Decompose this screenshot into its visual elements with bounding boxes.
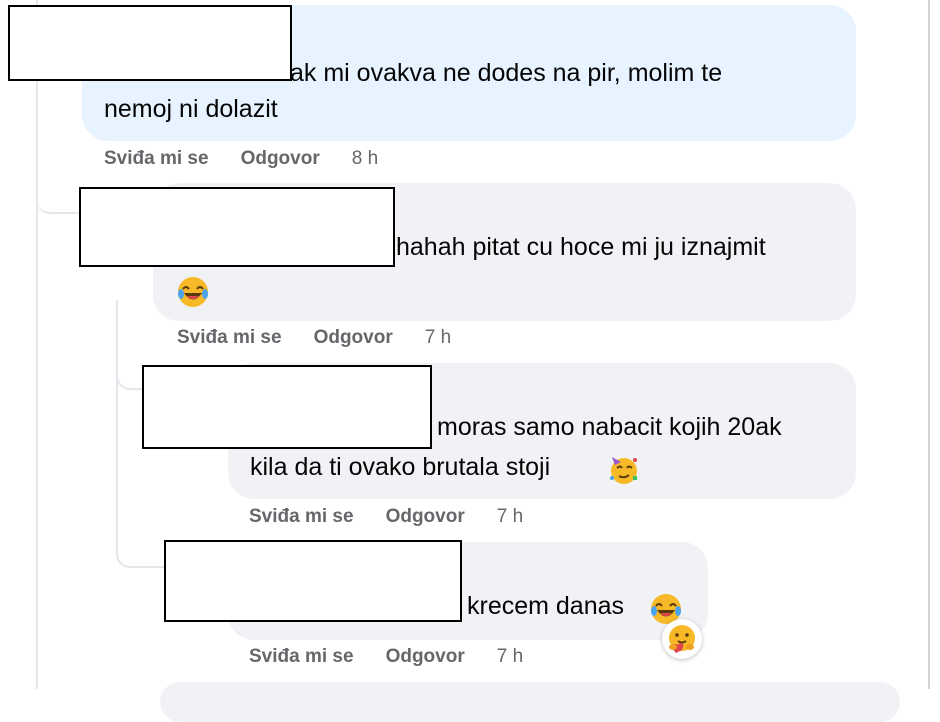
- comment-bubble-partial: [160, 682, 900, 722]
- comment-actions: Sviđa mi se Odgovor 8 h: [104, 147, 378, 171]
- reply-button[interactable]: Odgovor: [314, 327, 393, 348]
- comment-text: krecem danas: [467, 592, 625, 620]
- like-button[interactable]: Sviđa mi se: [249, 646, 354, 667]
- like-button[interactable]: Sviđa mi se: [177, 327, 282, 348]
- comment-text: nemoj ni dolazit: [104, 95, 278, 123]
- timestamp: 7 h: [424, 327, 452, 348]
- partying-face-emoji: [608, 451, 640, 487]
- thread-connector: [36, 150, 80, 214]
- comment-actions: Sviđa mi se Odgovor 7 h: [249, 505, 523, 529]
- redacted-author: [79, 187, 395, 267]
- scrollbar-track[interactable]: [928, 0, 940, 689]
- like-button[interactable]: Sviđa mi se: [104, 148, 209, 169]
- laughing-emoji: [177, 273, 209, 309]
- redacted-author: [164, 540, 462, 622]
- redacted-author: [142, 365, 432, 449]
- comment-actions: Sviđa mi se Odgovor 7 h: [249, 645, 523, 669]
- reply-button[interactable]: Odgovor: [241, 148, 320, 169]
- reply-button[interactable]: Odgovor: [386, 506, 465, 527]
- redacted-author: [8, 5, 292, 81]
- timestamp: 7 h: [496, 646, 524, 667]
- comment-text: hahah pitat cu hoce mi ju iznajmit: [396, 233, 766, 261]
- comment-text: moras samo nabacit kojih 20ak: [437, 413, 782, 441]
- comment-actions: Sviđa mi se Odgovor 7 h: [177, 326, 451, 350]
- thread-rail-outer: [36, 0, 38, 689]
- reply-button[interactable]: Odgovor: [386, 646, 465, 667]
- like-button[interactable]: Sviđa mi se: [249, 506, 354, 527]
- care-reaction-icon[interactable]: [662, 619, 702, 659]
- timestamp: 8 h: [351, 148, 379, 169]
- timestamp: 7 h: [496, 506, 524, 527]
- comment-text: kila da ti ovako brutala stoji: [250, 453, 551, 481]
- comment-text: ak mi ovakva ne dodes na pir, molim te: [290, 59, 723, 87]
